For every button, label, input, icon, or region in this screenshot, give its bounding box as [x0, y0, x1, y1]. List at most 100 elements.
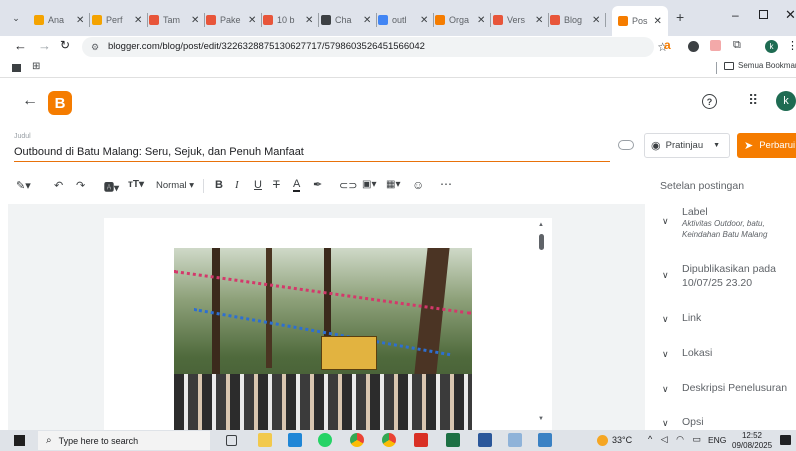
tab-close-icon[interactable]: ✕: [134, 15, 142, 26]
vscode-icon[interactable]: [288, 433, 302, 447]
browser-tab[interactable]: 10 b ✕: [263, 8, 313, 32]
post-title-input[interactable]: Outbound di Batu Malang: Seru, Sejuk, da…: [14, 144, 610, 162]
taskbar-search-box[interactable]: ⌕ Type here to search: [38, 431, 210, 450]
acrobat-icon[interactable]: [414, 433, 428, 447]
bold-icon[interactable]: B: [215, 179, 223, 191]
app-icon[interactable]: [508, 433, 522, 447]
apps-grid-icon[interactable]: ⊞: [32, 61, 40, 72]
back-arrow-icon[interactable]: ←: [22, 92, 38, 110]
blogger-logo-icon[interactable]: B: [48, 91, 72, 115]
file-explorer-icon[interactable]: [258, 433, 272, 447]
browser-tab[interactable]: Pake ✕: [206, 8, 256, 32]
compose-mode-icon[interactable]: ✎▾: [16, 179, 31, 192]
tab-close-icon[interactable]: ✕: [248, 15, 256, 26]
chrome-icon[interactable]: [350, 433, 364, 447]
word-icon[interactable]: [478, 433, 492, 447]
link-icon[interactable]: ⊂⊃: [339, 179, 357, 192]
task-view-icon[interactable]: [226, 435, 237, 446]
text-color-icon[interactable]: A: [293, 178, 301, 192]
labels-section[interactable]: ∨ Label Aktivitas Outdoor, batu, Keindah…: [662, 206, 786, 240]
system-tray-icons[interactable]: ^ ◁ ◠ ▭: [648, 434, 704, 445]
tab-search-icon[interactable]: ⌄: [8, 10, 24, 26]
forward-icon[interactable]: →: [38, 38, 51, 53]
underline-icon[interactable]: U: [254, 179, 262, 191]
whatsapp-icon[interactable]: [318, 433, 332, 447]
apps-launcher-icon[interactable]: ⠿: [748, 92, 758, 109]
bookmarks-bar: ⊞ Semua Bookmark: [0, 58, 796, 78]
extension-icon-2[interactable]: [710, 40, 721, 51]
minimize-button[interactable]: –: [732, 8, 739, 22]
temperature-text[interactable]: 33°C: [612, 435, 632, 445]
browser-tab[interactable]: Blog ✕: [550, 8, 600, 32]
font-family-icon[interactable]: 🅰▾: [104, 179, 119, 194]
tab-close-icon[interactable]: ✕: [363, 15, 371, 26]
post-image[interactable]: [174, 248, 472, 430]
browser-tab[interactable]: Tam ✕: [149, 8, 199, 32]
strikethrough-icon[interactable]: T: [273, 179, 280, 191]
tab-close-icon[interactable]: ✕: [76, 15, 84, 26]
link-section[interactable]: ∨ Link: [662, 312, 701, 326]
browser-tab[interactable]: Perf ✕: [92, 8, 142, 32]
all-bookmarks-folder[interactable]: Semua Bookmark: [724, 61, 796, 70]
browser-tab[interactable]: Ana ✕: [34, 8, 84, 32]
excel-icon[interactable]: [446, 433, 460, 447]
browser-tab[interactable]: Cha ✕: [321, 8, 371, 32]
chevron-down-icon: ∨: [662, 418, 669, 428]
editor-scroll-up-icon[interactable]: ▲: [538, 222, 544, 228]
browser-tab[interactable]: Orga ✕: [435, 8, 485, 32]
published-section[interactable]: ∨ Dipublikasikan pada 10/07/25 23.20: [662, 262, 776, 290]
editor-scrollbar-thumb[interactable]: [539, 234, 544, 250]
tab-close-icon[interactable]: ✕: [592, 15, 600, 26]
photos-icon[interactable]: [538, 433, 552, 447]
clock[interactable]: 12:52 09/08/2025: [732, 431, 772, 451]
tab-close-icon[interactable]: ✕: [654, 16, 662, 27]
language-indicator[interactable]: ENG: [708, 435, 726, 445]
browser-tab-active[interactable]: Pos ✕: [612, 6, 668, 36]
editor-page[interactable]: ▲ ▼: [104, 218, 552, 430]
back-icon[interactable]: ←: [14, 38, 27, 53]
highlight-icon[interactable]: ✒: [313, 178, 322, 191]
notifications-icon[interactable]: [780, 435, 791, 445]
extension-amazon-icon[interactable]: a: [664, 38, 671, 52]
chevron-down-icon[interactable]: ▼: [713, 142, 720, 149]
weather-icon[interactable]: [597, 435, 608, 446]
paragraph-format-select[interactable]: Normal ▾: [156, 180, 194, 191]
toolbar-divider: [203, 179, 204, 193]
tab-close-icon[interactable]: ✕: [420, 15, 428, 26]
insert-video-icon[interactable]: ▦▾: [386, 179, 400, 190]
preview-button[interactable]: ◉ Pratinjau ▼: [644, 133, 730, 158]
windows-start-icon[interactable]: [14, 435, 25, 446]
italic-icon[interactable]: I: [235, 179, 239, 191]
profile-avatar[interactable]: k: [765, 40, 778, 53]
site-settings-icon[interactable]: ⚙: [91, 37, 99, 57]
extension-icon[interactable]: [688, 41, 699, 52]
more-options-icon[interactable]: ⋯: [440, 177, 452, 191]
address-bar[interactable]: ⚙ blogger.com/blog/post/edit/32263288751…: [82, 37, 668, 57]
search-description-section[interactable]: ∨ Deskripsi Penelusuran: [662, 382, 787, 396]
sidebar-toggle-icon[interactable]: [12, 64, 21, 72]
new-tab-button[interactable]: +: [676, 9, 684, 25]
tab-close-icon[interactable]: ✕: [477, 15, 485, 26]
account-avatar[interactable]: k: [776, 91, 796, 111]
browser-menu-icon[interactable]: ⋮: [787, 39, 796, 52]
location-section[interactable]: ∨ Lokasi: [662, 347, 712, 361]
browser-tab[interactable]: outl ✕: [378, 8, 428, 32]
emoji-icon[interactable]: ☺: [412, 178, 424, 192]
browser-tab[interactable]: Vers ✕: [493, 8, 543, 32]
close-window-button[interactable]: ✕: [785, 7, 796, 23]
options-section[interactable]: ∨ Opsi: [662, 416, 704, 430]
restore-button[interactable]: [759, 10, 768, 19]
update-button[interactable]: ➤ Perbarui: [737, 133, 796, 158]
undo-icon[interactable]: ↶: [54, 179, 63, 192]
chrome-profile-icon[interactable]: [382, 433, 396, 447]
tab-close-icon[interactable]: ✕: [305, 15, 313, 26]
reload-icon[interactable]: ↻: [60, 38, 70, 52]
font-size-icon[interactable]: тT▾: [128, 179, 144, 190]
insert-image-icon[interactable]: ▣▾: [362, 179, 376, 190]
redo-icon[interactable]: ↷: [76, 179, 85, 192]
tab-close-icon[interactable]: ✕: [191, 15, 199, 26]
help-icon[interactable]: ?: [702, 94, 717, 109]
editor-scroll-down-icon[interactable]: ▼: [538, 416, 544, 422]
tab-close-icon[interactable]: ✕: [535, 15, 543, 26]
extensions-puzzle-icon[interactable]: ⧉: [733, 39, 741, 52]
